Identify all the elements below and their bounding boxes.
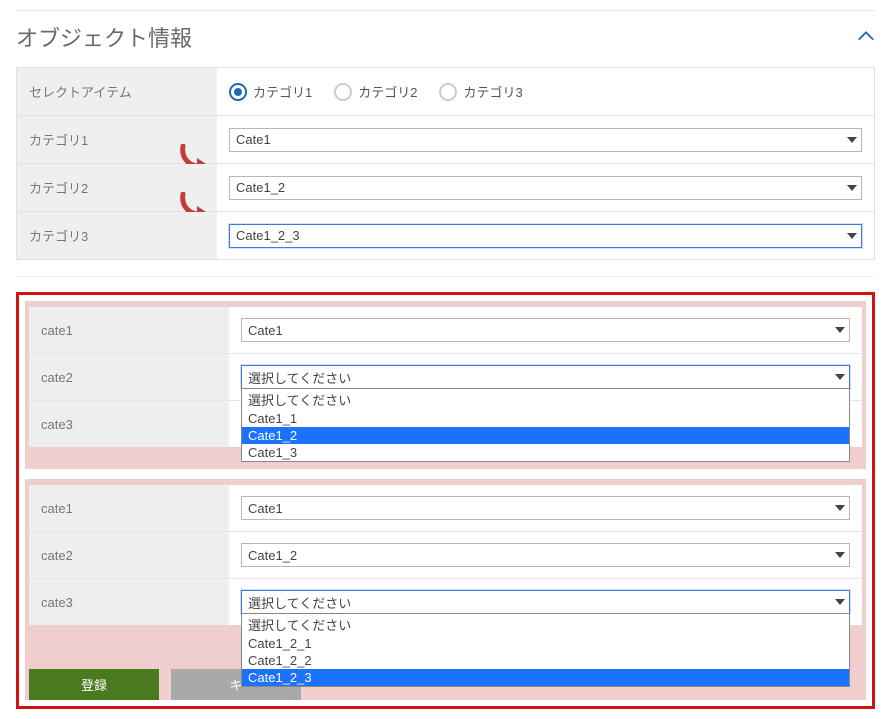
dropdown-cate2-g2: 選択してください Cate1_1 Cate1_2 Cate1_3	[241, 388, 850, 462]
annotation-highlight-box: cate1 Cate1 cate2 選択してください 選択してくだ	[16, 292, 875, 709]
panel-header: オブジェクト情報	[16, 10, 875, 67]
caret-down-icon	[835, 552, 845, 558]
dropdown-option[interactable]: Cate1_2	[242, 427, 849, 444]
example-table-2: cate1 Cate1 cate2 選択してください 選択してくだ	[29, 307, 862, 447]
caret-down-icon	[847, 137, 857, 143]
dropdown-option[interactable]: Cate1_1	[242, 410, 849, 427]
radio-label: カテゴリ3	[463, 82, 522, 101]
row-category-3: カテゴリ3 Cate1_2_3	[17, 211, 874, 259]
row-cate2: cate2 選択してください 選択してください Cate1_1 Cate1_2 …	[29, 353, 862, 400]
dropdown-option[interactable]: Cate1_3	[242, 444, 849, 461]
example-table-3: cate1 Cate1 cate2 Cate1_2	[29, 485, 862, 625]
select-cate1-g3[interactable]: Cate1	[241, 496, 850, 520]
field-cate1: Cate1	[229, 485, 862, 531]
radio-category-1[interactable]: カテゴリ1	[229, 82, 312, 101]
select-value: Cate1	[236, 132, 271, 147]
radio-icon	[334, 83, 352, 101]
select-value: Cate1_2	[236, 180, 285, 195]
dropdown-option[interactable]: 選択してください	[242, 614, 849, 635]
field-cate3: 選択してください 選択してください Cate1_2_1 Cate1_2_2 Ca…	[229, 579, 862, 625]
caret-down-icon	[835, 505, 845, 511]
label-cate2: cate2	[29, 354, 229, 400]
row-cate3: cate3 選択してください 選択してください Cate1_2_1 Cate1_…	[29, 578, 862, 625]
radio-category-3[interactable]: カテゴリ3	[439, 82, 522, 101]
example-group-2: cate1 Cate1 cate2 選択してください 選択してくだ	[25, 301, 866, 469]
row-cate2: cate2 Cate1_2	[29, 531, 862, 578]
row-cate1: cate1 Cate1	[29, 307, 862, 353]
select-value: Cate1	[248, 323, 283, 338]
select-value: 選択してください	[248, 593, 351, 612]
dropdown-option[interactable]: 選択してください	[242, 389, 849, 410]
radio-label: カテゴリ1	[253, 82, 312, 101]
select-category-2[interactable]: Cate1_2	[229, 176, 862, 200]
row-select-item: セレクトアイテム カテゴリ1 カテゴリ2 カテゴリ3	[17, 68, 874, 115]
divider	[16, 276, 875, 292]
field-cate2: Cate1_2	[229, 532, 862, 578]
select-cate1-g2[interactable]: Cate1	[241, 318, 850, 342]
radio-label: カテゴリ2	[358, 82, 417, 101]
radio-group-category: カテゴリ1 カテゴリ2 カテゴリ3	[229, 82, 523, 101]
row-category-2: カテゴリ2 Cate1_2	[17, 163, 874, 211]
label-cate1: cate1	[29, 307, 229, 353]
dropdown-option[interactable]: Cate1_2_2	[242, 652, 849, 669]
chevron-up-icon[interactable]	[857, 29, 875, 46]
example-group-3: cate1 Cate1 cate2 Cate1_2	[25, 479, 866, 700]
label-text: カテゴリ2	[29, 178, 88, 197]
select-category-3[interactable]: Cate1_2_3	[229, 224, 862, 248]
radio-category-2[interactable]: カテゴリ2	[334, 82, 417, 101]
caret-down-icon	[835, 327, 845, 333]
label-text: カテゴリ1	[29, 130, 88, 149]
object-info-table: セレクトアイテム カテゴリ1 カテゴリ2 カテゴリ3 カテゴリ1	[16, 67, 875, 260]
caret-down-icon	[835, 599, 845, 605]
caret-down-icon	[847, 185, 857, 191]
label-category-1: カテゴリ1	[17, 116, 217, 163]
field-category-2: Cate1_2	[217, 164, 874, 211]
dropdown-option[interactable]: Cate1_2_3	[242, 669, 849, 686]
select-cate2-g2[interactable]: 選択してください	[241, 365, 850, 389]
select-value: Cate1_2	[248, 548, 297, 563]
select-cate3-g3[interactable]: 選択してください	[241, 590, 850, 614]
submit-button[interactable]: 登録	[29, 669, 159, 700]
label-category-2: カテゴリ2	[17, 164, 217, 211]
row-category-1: カテゴリ1 Cate1	[17, 115, 874, 163]
dropdown-option[interactable]: Cate1_2_1	[242, 635, 849, 652]
radio-icon	[439, 83, 457, 101]
radio-icon	[229, 83, 247, 101]
field-select-item: カテゴリ1 カテゴリ2 カテゴリ3	[217, 68, 874, 115]
label-cate3: cate3	[29, 579, 229, 625]
caret-down-icon	[835, 374, 845, 380]
caret-down-icon	[847, 233, 857, 239]
field-category-3: Cate1_2_3	[217, 212, 874, 259]
label-cate3: cate3	[29, 401, 229, 447]
field-cate2: 選択してください 選択してください Cate1_1 Cate1_2 Cate1_…	[229, 354, 862, 400]
select-value: Cate1	[248, 501, 283, 516]
select-cate2-g3[interactable]: Cate1_2	[241, 543, 850, 567]
field-cate1: Cate1	[229, 307, 862, 353]
label-select-item: セレクトアイテム	[17, 68, 217, 115]
select-category-1[interactable]: Cate1	[229, 128, 862, 152]
label-cate1: cate1	[29, 485, 229, 531]
row-cate1: cate1 Cate1	[29, 485, 862, 531]
label-category-3: カテゴリ3	[17, 212, 217, 259]
panel-title: オブジェクト情報	[16, 21, 192, 53]
label-cate2: cate2	[29, 532, 229, 578]
field-category-1: Cate1	[217, 116, 874, 163]
select-value: Cate1_2_3	[236, 228, 300, 243]
select-value: 選択してください	[248, 368, 351, 387]
